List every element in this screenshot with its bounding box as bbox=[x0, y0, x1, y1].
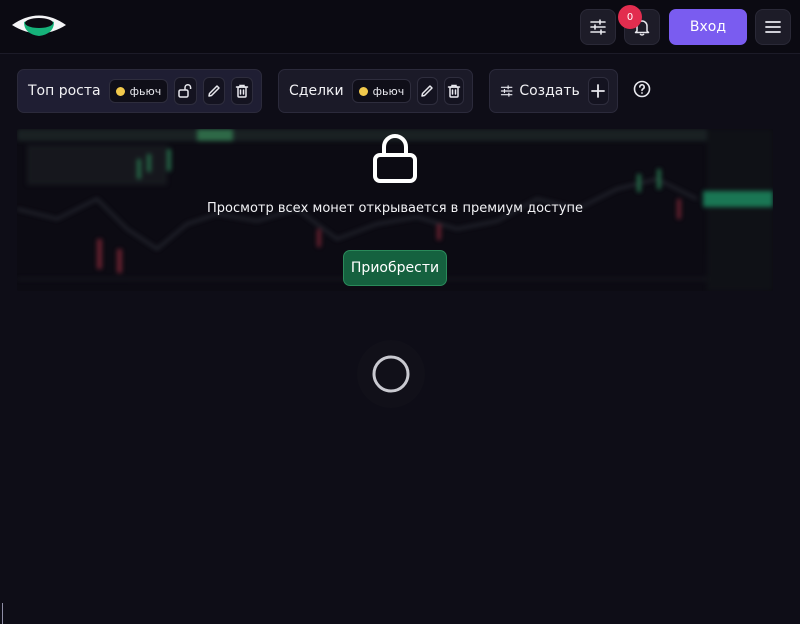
futures-chip[interactable]: фьюч bbox=[351, 79, 412, 103]
settings-button[interactable] bbox=[580, 9, 616, 45]
filter-label-deals: Сделки bbox=[289, 83, 344, 99]
create-filter-label: Создать bbox=[519, 83, 580, 99]
sliders-icon bbox=[500, 85, 513, 97]
filter-group-deals[interactable]: Сделки фьюч bbox=[278, 69, 473, 113]
futures-chip[interactable]: фьюч bbox=[108, 79, 169, 103]
unlock-icon bbox=[178, 84, 192, 98]
add-filter-button[interactable] bbox=[587, 77, 609, 105]
trash-icon bbox=[447, 84, 461, 98]
pencil-icon bbox=[207, 85, 220, 97]
buy-button[interactable]: Приобрести bbox=[343, 250, 447, 286]
trash-icon bbox=[235, 84, 249, 98]
sliders-icon bbox=[590, 19, 606, 35]
futures-chip-label: фьюч bbox=[372, 84, 405, 98]
plus-icon bbox=[591, 84, 606, 98]
cursor-caret bbox=[2, 603, 3, 624]
edit-button[interactable] bbox=[417, 77, 438, 105]
filter-group-top-growth[interactable]: Топ роста фьюч bbox=[17, 69, 262, 113]
loading-spinner-icon bbox=[357, 340, 425, 408]
premium-message: Просмотр всех монет открывается в премиу… bbox=[207, 201, 583, 216]
menu-button[interactable] bbox=[755, 9, 791, 45]
delete-button[interactable] bbox=[443, 77, 464, 105]
login-button[interactable]: Вход bbox=[669, 9, 747, 45]
coin-dot-icon bbox=[115, 86, 125, 96]
notification-count-badge: 0 bbox=[618, 5, 642, 29]
eye-logo-icon[interactable] bbox=[10, 10, 68, 40]
lock-icon bbox=[373, 134, 417, 183]
filter-label-top-growth: Топ роста bbox=[28, 83, 101, 99]
top-header: 0 Вход bbox=[0, 0, 800, 54]
help-circle-icon[interactable] bbox=[633, 80, 651, 98]
unlock-button[interactable] bbox=[174, 77, 197, 105]
futures-chip-label: фьюч bbox=[129, 84, 162, 98]
pencil-icon bbox=[421, 85, 434, 97]
create-filter-group[interactable]: Создать bbox=[489, 69, 618, 113]
delete-button[interactable] bbox=[230, 77, 254, 105]
menu-icon bbox=[765, 21, 781, 33]
edit-button[interactable] bbox=[202, 77, 225, 105]
coin-dot-icon bbox=[358, 86, 368, 96]
